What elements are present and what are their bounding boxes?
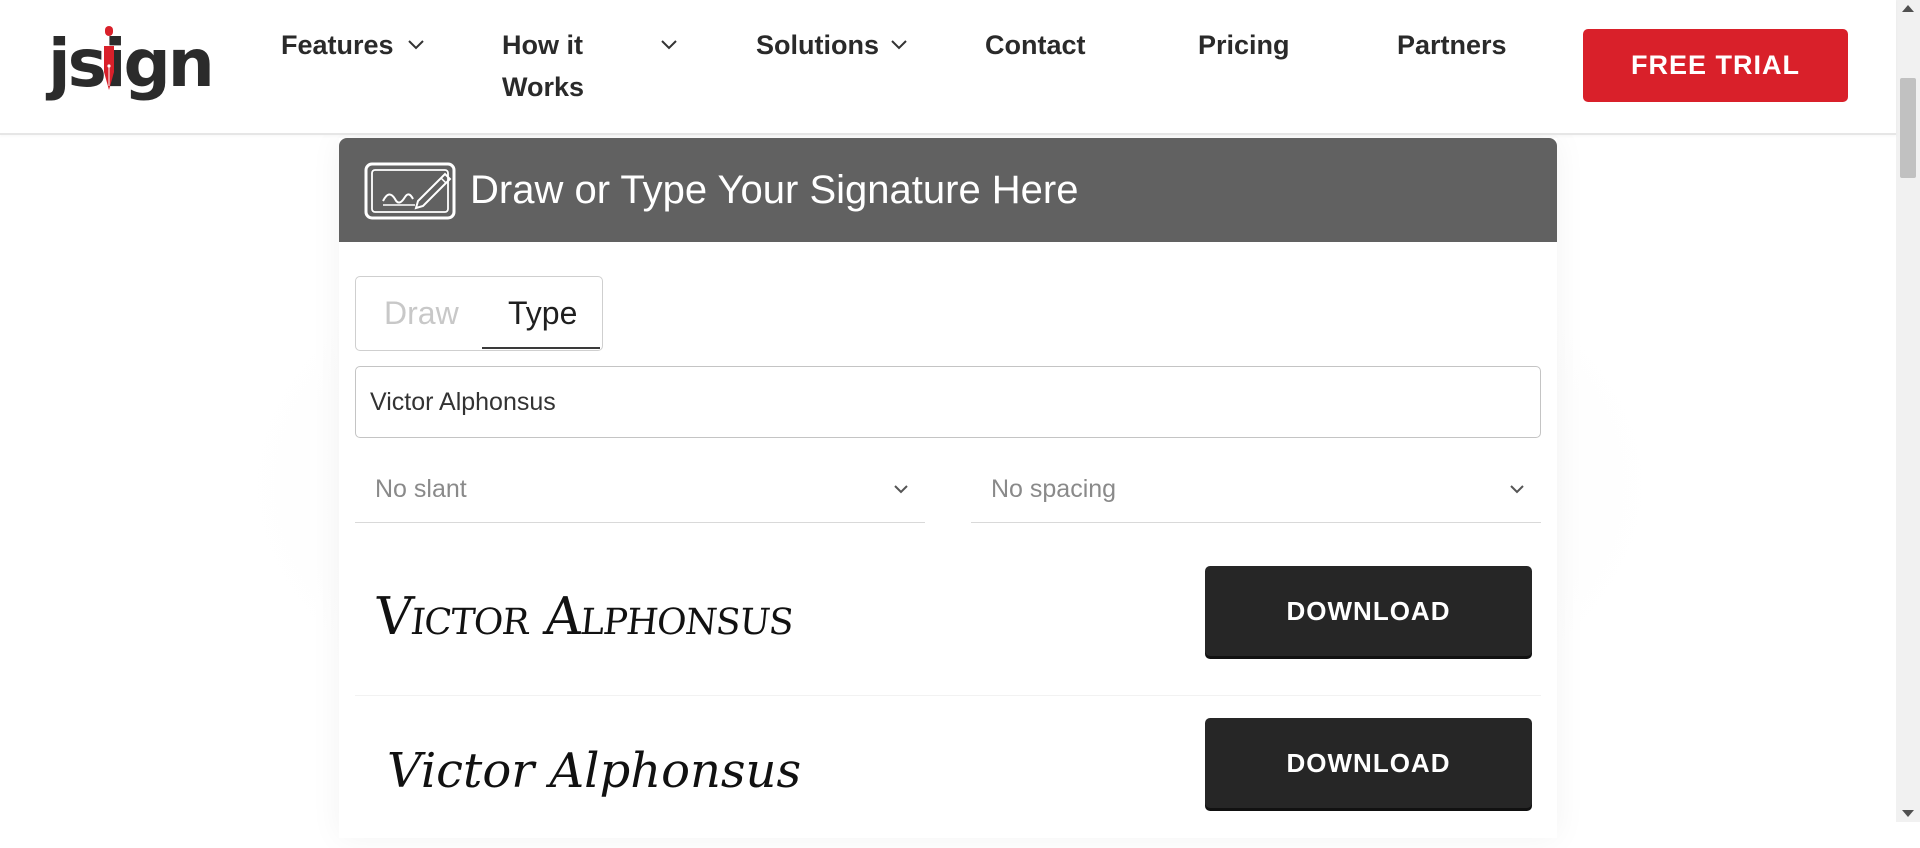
chevron-down-icon[interactable]	[888, 34, 910, 56]
nav-features[interactable]: Features	[281, 24, 394, 66]
scrollbar-thumb[interactable]	[1900, 78, 1916, 178]
active-tab-indicator	[482, 347, 600, 349]
spacing-select-value: No spacing	[991, 475, 1117, 503]
card-header: Draw or Type Your Signature Here	[339, 138, 1557, 242]
tab-type[interactable]: Type	[508, 293, 577, 333]
nav-contact[interactable]: Contact	[985, 24, 1086, 66]
pen-nib-icon	[104, 26, 114, 90]
download-button[interactable]: DOWNLOAD	[1205, 718, 1532, 808]
signature-card: Draw or Type Your Signature Here Draw Ty…	[339, 138, 1557, 838]
chevron-down-icon	[894, 485, 908, 494]
free-trial-button[interactable]: FREE TRIAL	[1583, 29, 1848, 102]
spacing-select[interactable]: No spacing	[971, 455, 1541, 523]
logo-text: jsign	[48, 25, 215, 102]
site-header: jsign Features How it Works Solutions Co…	[0, 0, 1896, 135]
download-button[interactable]: DOWNLOAD	[1205, 566, 1532, 656]
signature-name-input[interactable]	[355, 366, 1541, 438]
slant-select-value: No slant	[375, 475, 467, 503]
tab-draw[interactable]: Draw	[384, 293, 459, 333]
scroll-down-arrow-icon[interactable]	[1902, 810, 1914, 817]
slant-select[interactable]: No slant	[355, 455, 925, 523]
signature-preview: Victor Alphonsus	[371, 587, 797, 647]
signature-pad-icon	[364, 162, 456, 220]
nav-pricing[interactable]: Pricing	[1198, 24, 1290, 66]
page-scrollbar[interactable]	[1896, 0, 1920, 822]
signature-preview: Victor Alphonsus	[387, 743, 802, 799]
nav-how-it-works[interactable]: How it Works	[502, 24, 612, 108]
signature-option-row: Victor Alphonsus DOWNLOAD	[355, 546, 1541, 696]
chevron-down-icon[interactable]	[658, 34, 680, 56]
card-title: Draw or Type Your Signature Here	[470, 168, 1079, 212]
jsign-logo[interactable]: jsign	[48, 22, 215, 106]
scroll-up-arrow-icon[interactable]	[1902, 5, 1914, 12]
chevron-down-icon	[1510, 485, 1524, 494]
draw-type-tabs: Draw Type	[355, 276, 603, 351]
nav-solutions[interactable]: Solutions	[756, 24, 879, 66]
chevron-down-icon[interactable]	[405, 34, 427, 56]
signature-option-row: Victor Alphonsus DOWNLOAD	[355, 698, 1541, 848]
nav-partners[interactable]: Partners	[1397, 24, 1507, 66]
